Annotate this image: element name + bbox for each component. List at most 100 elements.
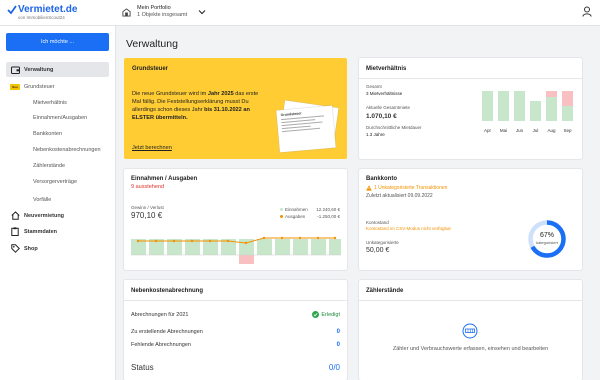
sidebar-item-label: Neuvermietung: [24, 212, 65, 219]
sidebar-item-shop[interactable]: Shop: [6, 241, 109, 256]
gesamt-value: 3 Mietverhältnisse: [366, 91, 403, 96]
nebenkosten-card[interactable]: Nebenkostenabrechnung Abrechnungen für 2…: [124, 280, 347, 380]
legend-dot: [280, 208, 283, 211]
top-bar: Vermietet.de von ImmobilienScout24 Mein …: [0, 0, 600, 26]
divider: [359, 78, 582, 79]
miete-label: Aktuelle Gesamtmiete: [366, 105, 411, 110]
nebenkosten-status-row: Status 0/0: [131, 363, 340, 372]
sidebar-item-bankkonten[interactable]: Bankkonten: [6, 126, 109, 141]
sidebar-item-versorgervertraege[interactable]: Versorgerverträge: [6, 174, 109, 189]
einnahmen-status: 9 ausstehend: [131, 184, 165, 190]
nebenkosten-year-row: Abrechnungen für 2021 Erledigt: [131, 311, 340, 318]
progress-percent: 67%: [539, 232, 554, 239]
year-status: Erledigt: [312, 311, 340, 318]
tag-icon: [6, 244, 24, 253]
dauer-label: Durchschnittliche Mietdauer: [366, 125, 422, 130]
unkat-value: 50,00 €: [366, 247, 390, 254]
month-label: Aug: [547, 128, 556, 133]
progress-label: kategorisiert: [536, 240, 558, 245]
sidebar-item-grundsteuer[interactable]: Neu Grundsteuer: [6, 79, 109, 94]
grundsteuer-link[interactable]: Jetzt berechnen: [132, 145, 172, 151]
grundsteuer-title: Grundsteuer: [132, 66, 169, 72]
mietverhaeltnis-card[interactable]: Mietverhältnis Gesamt 3 Mietverhältnisse…: [359, 58, 582, 159]
portfolio-selector[interactable]: Mein Portfolio 1 Objekte insgesamt: [122, 5, 206, 19]
legend-income-value: 12.240,60 €: [316, 207, 340, 212]
nebenkosten-title: Nebenkostenabrechnung: [131, 288, 204, 294]
zaehler-text: Zähler und Verbrauchswerte erfassen, ein…: [392, 346, 549, 352]
divider: [124, 300, 347, 301]
divider: [359, 300, 582, 301]
cta-button[interactable]: Ich möchte ...: [6, 33, 109, 51]
bar-apr: [482, 91, 493, 121]
month-label: Jun: [515, 128, 524, 133]
tax-document-illustration: Grundsteuer: [274, 100, 344, 154]
unkat-label: Unkategorisierte: [366, 240, 399, 245]
month-label: Apr: [483, 128, 491, 133]
meter-icon: [462, 323, 478, 339]
portfolio-subtitle: 1 Objekte insgesamt: [137, 12, 188, 18]
sidebar-item-nebenkostenabrechnungen[interactable]: Nebenkostenabrechnungen: [6, 142, 109, 157]
sidebar-item-verwaltung[interactable]: Verwaltung: [6, 62, 109, 77]
logo-check-icon: [7, 4, 17, 14]
month-label: Jul: [532, 128, 539, 133]
logo-subtext: von ImmobilienScout24: [18, 15, 65, 20]
month-label: Sep: [563, 128, 572, 133]
income-expense-chart: [131, 236, 341, 264]
sidebar-item-vorfaelle[interactable]: Vorfälle: [6, 192, 109, 207]
new-badge: Neu: [10, 83, 20, 90]
building-icon: [122, 7, 131, 17]
zaehler-title: Zählerstände: [366, 288, 404, 294]
check-circle-icon: [312, 311, 320, 318]
bank-updated: Zuletzt aktualisiert 09.09.2022: [366, 193, 433, 199]
sidebar-item-einnahmen-ausgaben[interactable]: Einnahmen/Ausgaben: [6, 110, 109, 125]
warning-icon: [366, 185, 372, 191]
legend-income: Einnahmen: [280, 207, 308, 212]
bar-mai: [498, 91, 509, 121]
status-value: 0/0: [328, 363, 340, 372]
dauer-value: 1.3 Jahre: [366, 132, 385, 137]
nebenkosten-row: Fehlende Abrechnungen 0: [131, 342, 340, 348]
chevron-down-icon: [198, 10, 206, 15]
legend-expense-value: -1.250,00 €: [317, 214, 340, 219]
logo[interactable]: Vermietet.de von ImmobilienScout24: [7, 4, 77, 20]
sidebar-item-label: Stammdaten: [24, 228, 58, 235]
categorized-progress-ring: [528, 220, 566, 258]
gesamt-label: Gesamt: [366, 84, 382, 89]
page-title: Verwaltung: [126, 38, 178, 50]
sidebar-item-label: Grundsteuer: [24, 83, 55, 90]
sidebar-item-neuvermietung[interactable]: Neuvermietung: [6, 208, 109, 223]
home-icon: [6, 211, 24, 220]
nebenkosten-row: Zu erstellende Abrechnungen 0: [131, 329, 340, 335]
miete-value: 1.070,10 €: [366, 113, 397, 120]
kontostand-note: Kontostand im CSV-Modus nicht verfügbar: [366, 226, 452, 231]
gewinn-value: 970,10 €: [131, 211, 163, 220]
sidebar-item-label: Shop: [24, 245, 38, 252]
sidebar-item-label: Verwaltung: [24, 66, 54, 73]
grundsteuer-text: Die neue Grundsteuer wird im Jahr 2025 d…: [132, 91, 259, 121]
row-value: 0: [336, 329, 340, 335]
bankkonto-title: Bankkonto: [366, 176, 398, 182]
bankkonto-card[interactable]: Bankkonto 1 Unkategorisierte Transaktion…: [359, 169, 582, 270]
user-icon[interactable]: [582, 6, 592, 17]
kontostand-label: Kontostand: [366, 220, 389, 225]
row-value: 0: [336, 342, 340, 348]
einnahmen-title: Einnahmen / Ausgaben: [131, 176, 198, 182]
sidebar-item-mietverhaeltnis[interactable]: Mietverhältnis: [6, 95, 109, 110]
mietverhaeltnis-title: Mietverhältnis: [366, 66, 407, 72]
legend-dot: [280, 215, 283, 218]
month-label: Mai: [499, 128, 508, 133]
wallet-icon: [6, 66, 24, 74]
sidebar-item-stammdaten[interactable]: Stammdaten: [6, 224, 109, 239]
year-label: Abrechnungen für 2021: [131, 311, 189, 318]
zaehlerstaende-card[interactable]: Zählerstände Zähler und Verbrauchswerte …: [359, 280, 582, 380]
bank-warning[interactable]: 1 Unkategorisierte Transaktionen: [366, 185, 447, 191]
portfolio-title: Mein Portfolio: [137, 5, 171, 11]
einnahmen-ausgaben-card[interactable]: Einnahmen / Ausgaben 9 ausstehend Gewinn…: [124, 169, 347, 270]
gewinn-label: Gewinn / Verlust: [131, 205, 164, 210]
sidebar-item-zaehlerstaende[interactable]: Zählerstände: [6, 158, 109, 173]
sidebar: Ich möchte ... Verwaltung Neu Grundsteue…: [0, 26, 116, 380]
bar-jun: [514, 91, 525, 121]
grundsteuer-card: Grundsteuer Die neue Grundsteuer wird im…: [124, 58, 347, 159]
clipboard-icon: [6, 227, 24, 236]
legend-expense: Ausgaben: [280, 214, 305, 219]
